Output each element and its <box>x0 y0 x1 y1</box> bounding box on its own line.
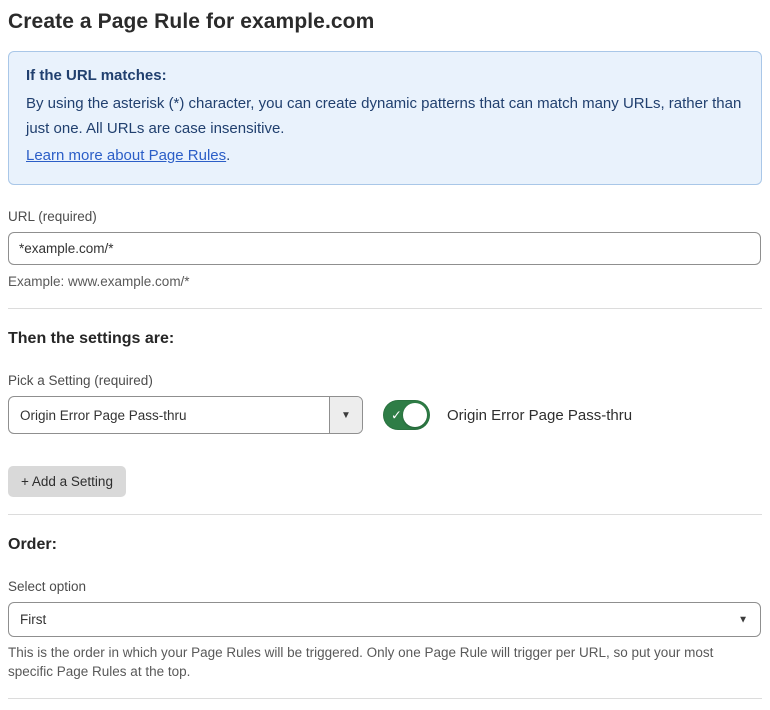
info-box-body: By using the asterisk (*) character, you… <box>26 95 742 137</box>
divider <box>8 514 762 515</box>
order-section-heading: Order: <box>8 536 57 553</box>
chevron-down-icon: ▼ <box>341 409 351 421</box>
order-select-value: First <box>20 612 47 627</box>
add-setting-button[interactable]: + Add a Setting <box>8 466 126 497</box>
setting-row: Origin Error Page Pass-thru ▼ ✓ Origin E… <box>8 396 762 434</box>
settings-section-heading: Then the settings are: <box>8 330 175 347</box>
divider <box>8 698 762 699</box>
order-select-label: Select option <box>8 579 87 594</box>
pick-setting-label: Pick a Setting (required) <box>8 373 153 388</box>
setting-select-arrow-button[interactable]: ▼ <box>329 397 362 433</box>
url-input[interactable] <box>8 232 761 265</box>
chevron-down-icon: ▼ <box>738 614 748 625</box>
order-hint: This is the order in which your Page Rul… <box>8 645 714 679</box>
setting-select[interactable]: Origin Error Page Pass-thru ▼ <box>8 396 363 434</box>
url-example-hint: Example: www.example.com/* <box>8 274 190 289</box>
info-link-row: Learn more about Page Rules. <box>26 143 744 168</box>
learn-more-link[interactable]: Learn more about Page Rules <box>26 147 226 164</box>
setting-select-value: Origin Error Page Pass-thru <box>20 407 187 423</box>
divider <box>8 308 762 309</box>
info-box-heading: If the URL matches: <box>26 67 167 84</box>
page-title: Create a Page Rule for example.com <box>8 10 375 33</box>
checkmark-icon: ✓ <box>391 407 402 423</box>
info-link-suffix: . <box>226 147 231 164</box>
url-match-info-box: If the URL matches: By using the asteris… <box>8 51 762 185</box>
create-page-rule-form: Create a Page Rule for example.com If th… <box>0 0 770 710</box>
url-field-label: URL (required) <box>8 209 97 224</box>
setting-toggle-on[interactable]: ✓ <box>383 400 430 430</box>
order-select[interactable]: First ▼ <box>8 602 761 637</box>
url-field-block: URL (required) Example: www.example.com/… <box>8 209 762 291</box>
toggle-knob <box>403 403 427 427</box>
toggle-label: Origin Error Page Pass-thru <box>447 406 633 424</box>
